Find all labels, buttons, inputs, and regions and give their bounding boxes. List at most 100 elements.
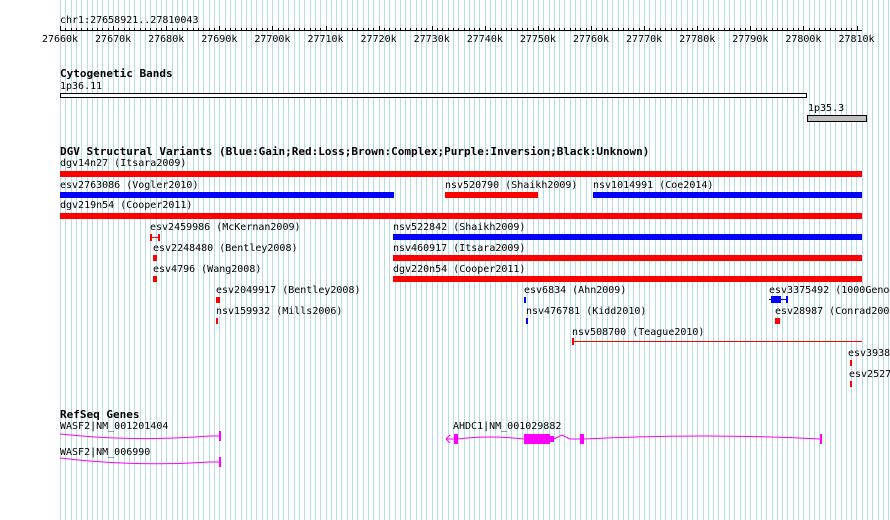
ruler-minor-tick <box>453 28 454 31</box>
ruler-minor-tick <box>193 28 194 31</box>
cytoband-1p36-11[interactable] <box>60 93 807 98</box>
gene-model-wasf2-2[interactable] <box>55 455 230 471</box>
ruler-minor-tick <box>787 28 788 31</box>
ruler-minor-tick <box>756 28 757 31</box>
ruler-tick-label: 27770k <box>626 34 663 45</box>
exon-block <box>820 434 822 444</box>
ruler-minor-tick <box>76 28 77 31</box>
cytoband-1p35-3[interactable] <box>807 115 867 122</box>
grid-line <box>363 0 364 520</box>
ruler-minor-tick <box>304 28 305 31</box>
ruler-minor-tick <box>734 28 735 31</box>
dgv-feature-bar[interactable] <box>393 234 862 240</box>
grid-line <box>357 0 358 520</box>
end-cap <box>786 296 788 303</box>
ruler-major-tick <box>113 26 114 31</box>
ruler-minor-tick <box>400 28 401 31</box>
dgv-feature-bar[interactable] <box>572 338 862 345</box>
grid-line <box>278 0 279 520</box>
ruler-minor-tick <box>527 28 528 31</box>
ruler-minor-tick <box>241 28 242 31</box>
grid-line <box>352 0 353 520</box>
ruler-minor-tick <box>230 28 231 31</box>
ruler-major-tick <box>857 26 858 31</box>
dgv-feature-bar[interactable] <box>153 255 157 261</box>
ruler-tick-label: 27660k <box>41 34 79 45</box>
dgv-feature-label: nsv520790 (Shaikh2009) <box>445 180 578 191</box>
dgv-feature-bar[interactable] <box>60 192 394 198</box>
ruler-minor-tick <box>108 28 109 31</box>
ruler-minor-tick <box>549 28 550 31</box>
ruler-minor-tick <box>256 28 257 31</box>
ruler-minor-tick <box>660 28 661 31</box>
ruler-minor-tick <box>517 28 518 31</box>
grid-line <box>262 0 263 520</box>
ruler-minor-tick <box>182 28 183 31</box>
dgv-feature-label: dgv220n54 (Cooper2011) <box>393 264 526 275</box>
grid-line <box>288 0 289 520</box>
dgv-feature-bar[interactable] <box>593 192 862 198</box>
ruler-minor-tick <box>81 28 82 31</box>
gene-model-wasf2-1[interactable] <box>55 430 230 446</box>
ruler-tick-label: 27670k <box>95 34 132 45</box>
ruler-minor-tick <box>623 28 624 31</box>
ruler-minor-tick <box>437 28 438 31</box>
dgv-feature-bar[interactable] <box>60 213 862 219</box>
dgv-feature-bar[interactable] <box>60 171 862 177</box>
dgv-feature-bar[interactable] <box>216 318 218 324</box>
ruler-minor-tick <box>283 28 284 31</box>
ruler-minor-tick <box>761 28 762 31</box>
gene-model-ahdc1[interactable] <box>444 430 829 446</box>
dgv-feature-label: nsv476781 (Kidd2010) <box>526 306 647 317</box>
ruler-major-tick <box>166 26 167 31</box>
dgv-feature-bar[interactable] <box>526 318 528 324</box>
grid-line <box>867 0 868 520</box>
dgv-feature-bar[interactable] <box>216 297 220 303</box>
ruler-minor-tick <box>782 28 783 31</box>
dgv-feature-label: nsv159932 (Mills2006) <box>216 306 343 317</box>
ruler-minor-tick <box>389 28 390 31</box>
dgv-feature-bar[interactable] <box>393 255 862 261</box>
ruler-minor-tick <box>336 28 337 31</box>
ruler-minor-tick <box>729 28 730 31</box>
ruler-minor-tick <box>479 28 480 31</box>
ruler-major-tick <box>591 26 592 31</box>
dgv-feature-bar[interactable] <box>775 318 780 324</box>
ruler-minor-tick <box>543 28 544 31</box>
grid-line <box>373 0 374 520</box>
ruler-minor-tick <box>177 28 178 31</box>
ruler-minor-tick <box>426 28 427 31</box>
ruler-minor-tick <box>618 28 619 31</box>
ruler-minor-tick <box>564 28 565 31</box>
dgv-feature-bar[interactable] <box>445 192 538 198</box>
ruler-minor-tick <box>692 28 693 31</box>
ruler-minor-tick <box>156 28 157 31</box>
ruler-minor-tick <box>310 28 311 31</box>
dgv-feature-label: nsv508700 (Teague2010) <box>572 327 705 338</box>
ruler-minor-tick <box>172 28 173 31</box>
ruler-minor-tick <box>357 28 358 31</box>
grid-line <box>235 0 236 520</box>
dgv-feature-bar[interactable] <box>393 276 862 282</box>
end-cap <box>572 338 574 345</box>
exon-block <box>219 431 221 441</box>
dgv-feature-bar[interactable] <box>150 234 160 241</box>
dgv-feature-bar[interactable] <box>850 381 852 387</box>
dgv-feature-bar[interactable] <box>524 297 526 303</box>
exon-block <box>771 296 781 303</box>
exon-block <box>524 434 550 444</box>
intron-line <box>457 436 525 440</box>
ruler-minor-tick <box>161 28 162 31</box>
ruler-minor-tick <box>129 28 130 31</box>
ruler-minor-tick <box>246 28 247 31</box>
ruler-minor-tick <box>235 28 236 31</box>
dgv-feature-bar[interactable] <box>153 276 157 282</box>
grid-line <box>336 0 337 520</box>
grid-line <box>310 0 311 520</box>
ruler-minor-tick <box>347 28 348 31</box>
ruler-minor-tick <box>395 28 396 31</box>
ruler-minor-tick <box>819 28 820 31</box>
ruler-minor-tick <box>665 28 666 31</box>
dgv-feature-bar[interactable] <box>769 296 788 303</box>
dgv-feature-bar[interactable] <box>850 360 852 366</box>
